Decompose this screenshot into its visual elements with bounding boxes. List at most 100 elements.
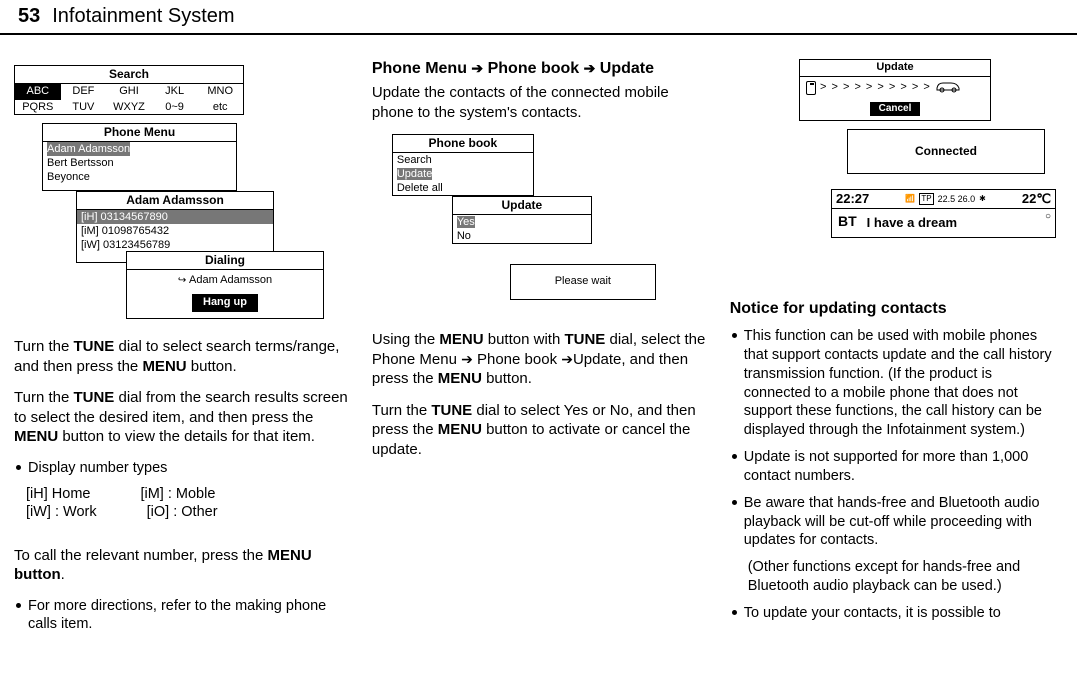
arrow-icon: ➔ xyxy=(471,60,483,76)
dialing-contact-name: ↪ Adam Adamsson xyxy=(127,270,323,290)
phonebook-item-search[interactable]: Search xyxy=(393,153,533,167)
t: Turn the xyxy=(372,402,431,419)
col2-heading: Phone Menu ➔ Phone book ➔ Update xyxy=(372,59,708,79)
search-title: Search xyxy=(15,66,243,84)
column-left: Search ABC DEF GHI JKL MNO PQRS TUV WXYZ… xyxy=(14,59,350,642)
contact-title: Adam Adamsson xyxy=(77,192,273,210)
t: TUNE xyxy=(73,389,114,406)
keypad-etc[interactable]: etc xyxy=(197,100,243,116)
please-wait-text: Please wait xyxy=(511,265,655,299)
t: button. xyxy=(187,358,237,375)
screen-now-playing: 22:27 📶 TP 22.5 26.0 ✱ 22℃ BT I have a d… xyxy=(831,189,1056,238)
rds-icon: TP xyxy=(919,193,933,205)
section-title: Infotainment System xyxy=(52,4,234,29)
t: MENU xyxy=(438,370,482,387)
arrow-icon: ➔ xyxy=(561,351,573,367)
degree-icon: ○ xyxy=(1045,209,1055,224)
notice-bullet-3: Be aware that hands-free and Bluetooth a… xyxy=(730,494,1059,551)
screen-dialing: Dialing ↪ Adam Adamsson Hang up xyxy=(126,251,324,319)
screen-please-wait: Please wait xyxy=(510,264,656,300)
contact-number-mobile[interactable]: [iM] 01098765432 xyxy=(77,224,273,238)
t: TUNE xyxy=(431,402,472,419)
col1-para1: Turn the TUNE dial to select search term… xyxy=(14,337,350,376)
bluetooth-icon: ✱ xyxy=(979,194,986,204)
keypad-ghi[interactable]: GHI xyxy=(106,84,152,100)
phone-menu-item-2[interactable]: Bert Bertsson xyxy=(43,156,236,170)
source-label: BT xyxy=(838,213,857,231)
col1-para2: Turn the TUNE dial from the search resul… xyxy=(14,388,350,447)
t: TUNE xyxy=(564,331,605,348)
update-title: Update xyxy=(453,197,591,215)
screen-phonebook: Phone book Search Update Delete all xyxy=(392,134,534,196)
keypad-jkl[interactable]: JKL xyxy=(152,84,198,100)
notice-bullet-3-sub: (Other functions except for hands-free a… xyxy=(730,558,1059,596)
keypad-mno[interactable]: MNO xyxy=(197,84,243,100)
t: To call the relevant number, press the xyxy=(14,547,267,564)
keypad-09[interactable]: 0~9 xyxy=(152,100,198,116)
phonebook-screen-stack: Phone book Search Update Delete all Upda… xyxy=(392,134,652,314)
phone-icon xyxy=(806,81,816,95)
keypad-pqrs[interactable]: PQRS xyxy=(15,100,61,116)
bullet-display-types: Display number types xyxy=(14,459,350,478)
keypad-abc[interactable]: ABC xyxy=(15,84,61,100)
progress-arrows: > > > > > > > > > > xyxy=(820,81,931,95)
t: Phone book xyxy=(483,60,583,77)
t: Using the xyxy=(372,331,440,348)
phonebook-item-deleteall[interactable]: Delete all xyxy=(393,181,533,195)
bullet-more-directions: For more directions, refer to the making… xyxy=(14,597,350,635)
search-screen-stack: Search ABC DEF GHI JKL MNO PQRS TUV WXYZ… xyxy=(14,65,248,325)
col2-para1: Using the MENU button with TUNE dial, se… xyxy=(372,330,708,389)
t: MENU xyxy=(14,428,58,445)
track-title: I have a dream xyxy=(867,215,957,231)
t: . xyxy=(61,566,65,583)
update-yes[interactable]: Yes xyxy=(457,216,475,228)
screen-phone-menu: Phone Menu Adam Adamsson Bert Bertsson B… xyxy=(42,123,237,191)
t: button. xyxy=(482,370,532,387)
freq-text: 22.5 26.0 xyxy=(938,194,976,205)
screen-update-confirm: Update Yes No xyxy=(452,196,592,244)
phone-menu-item-3[interactable]: Beyonce xyxy=(43,170,236,184)
notice-bullet-1: This function can be used with mobile ph… xyxy=(730,327,1059,440)
page-header: 53 Infotainment System xyxy=(0,0,1077,35)
arrow-icon: ➔ xyxy=(461,351,473,367)
t: button with xyxy=(484,331,565,348)
type-work: [iW] : Work xyxy=(26,503,97,521)
number-types-row2: [iW] : Work [iO] : Other xyxy=(14,503,350,521)
column-middle: Phone Menu ➔ Phone book ➔ Update Update … xyxy=(372,59,708,642)
update-no[interactable]: No xyxy=(453,229,591,243)
hangup-button[interactable]: Hang up xyxy=(192,294,258,312)
car-icon xyxy=(935,79,961,98)
col2-intro: Update the contacts of the connected mob… xyxy=(372,83,708,122)
signal-icon: 📶 xyxy=(905,194,915,204)
phone-menu-item-1[interactable]: Adam Adamsson xyxy=(47,142,130,156)
t: button to view the details for that item… xyxy=(58,428,315,445)
keypad-tuv[interactable]: TUV xyxy=(61,100,107,116)
t: Turn the xyxy=(14,389,73,406)
screen-update-progress: Update > > > > > > > > > > Cancel xyxy=(799,59,991,121)
cancel-button[interactable]: Cancel xyxy=(870,102,920,117)
temperature: 22℃ xyxy=(1022,191,1051,207)
t: TUNE xyxy=(73,338,114,355)
screen-connected: Connected xyxy=(847,129,1045,174)
page-body: Search ABC DEF GHI JKL MNO PQRS TUV WXYZ… xyxy=(0,35,1077,652)
arrow-icon: ➔ xyxy=(584,60,596,76)
t: MENU xyxy=(142,358,186,375)
contact-number-work[interactable]: [iW] 03123456789 xyxy=(77,238,273,252)
page-number: 53 xyxy=(18,4,40,29)
keypad-wxyz[interactable]: WXYZ xyxy=(106,100,152,116)
contact-number-home[interactable]: [iH] 03134567890 xyxy=(77,210,273,224)
type-home: [iH] Home xyxy=(26,485,90,503)
t: Phone Menu xyxy=(372,60,472,77)
type-other: [iO] : Other xyxy=(147,503,218,521)
phone-menu-title: Phone Menu xyxy=(43,124,236,142)
screen-search: Search ABC DEF GHI JKL MNO PQRS TUV WXYZ… xyxy=(14,65,244,115)
keypad-def[interactable]: DEF xyxy=(61,84,107,100)
update-progress-title: Update xyxy=(800,60,990,77)
t: Turn the xyxy=(14,338,73,355)
column-right: Update > > > > > > > > > > Cancel Connec… xyxy=(730,59,1059,642)
dialing-title: Dialing xyxy=(127,252,323,270)
type-mobile: [iM] : Moble xyxy=(140,485,215,503)
phonebook-item-update[interactable]: Update xyxy=(397,168,432,180)
col2-para2: Turn the TUNE dial to select Yes or No, … xyxy=(372,401,708,460)
notice-heading: Notice for updating contacts xyxy=(730,299,1059,319)
